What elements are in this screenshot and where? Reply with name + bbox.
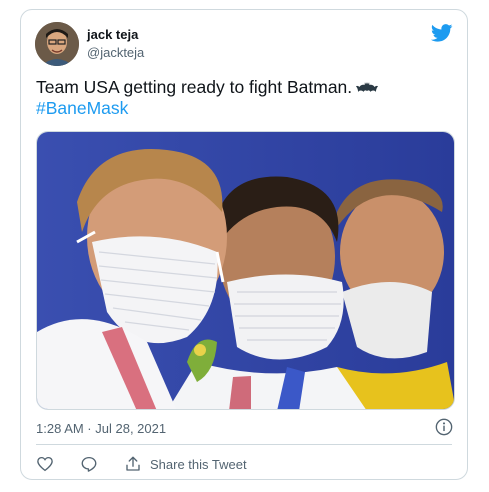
- author-handle[interactable]: @jackteja: [87, 45, 144, 60]
- heart-icon: [37, 456, 53, 472]
- twitter-bird-icon[interactable]: [431, 24, 453, 42]
- share-upload-icon: [126, 456, 140, 471]
- share-button[interactable]: Share this Tweet: [124, 455, 247, 473]
- author-avatar[interactable]: [35, 22, 79, 66]
- divider: [36, 444, 452, 445]
- tweet-timestamp[interactable]: 1:28 AM · Jul 28, 2021: [36, 421, 166, 436]
- bat-icon: [356, 82, 379, 92]
- tweet-text: Team USA getting ready to fight Batman.: [36, 77, 353, 97]
- hashtag-link[interactable]: #BaneMask: [36, 98, 456, 119]
- like-button[interactable]: [36, 455, 54, 473]
- tweet-card[interactable]: jack teja @jackteja Team USA getting rea…: [20, 9, 468, 480]
- tweet-photo[interactable]: [36, 131, 455, 410]
- reply-bubble-icon: [81, 456, 97, 472]
- tweet-actions-bar: Share this Tweet: [36, 454, 273, 474]
- reply-button[interactable]: [80, 455, 98, 473]
- info-icon[interactable]: [435, 418, 453, 436]
- share-label: Share this Tweet: [150, 456, 247, 472]
- tweet-text-block: Team USA getting ready to fight Batman. …: [36, 77, 456, 119]
- author-name[interactable]: jack teja: [87, 27, 138, 42]
